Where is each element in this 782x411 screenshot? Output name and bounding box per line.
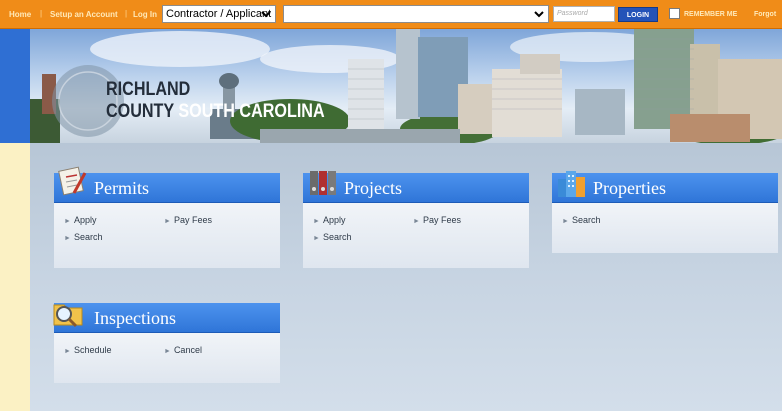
separator: | [40,9,43,18]
separator: | [125,9,128,18]
brand-county: COUNTY [106,101,174,122]
log-in-link[interactable]: Log In [133,10,157,19]
card-body: ► Apply ► Pay Fees ► Search [303,203,529,268]
role-select[interactable]: Contractor / Applicant [162,5,276,23]
properties-card: Properties ► Search [552,171,778,253]
chevron-down-icon [534,11,544,18]
remember-me-label: REMEMBER ME [684,11,738,18]
folder-magnifier-icon [53,304,83,328]
card-title[interactable]: Inspections [94,308,176,329]
setup-account-link[interactable]: Setup an Account [50,10,118,19]
page: Home | Setup an Account | Log In Contrac… [0,0,782,411]
top-bar: Home | Setup an Account | Log In Contrac… [0,0,782,29]
card-body: ► Search [552,203,778,253]
search-select[interactable] [283,5,549,23]
remember-me-checkbox[interactable] [669,8,680,19]
card-body: ► Apply ► Pay Fees ► Search [54,203,280,268]
projects-search-link[interactable]: ► Search [313,232,351,242]
projects-card: Projects ► Apply ► Pay Fees ► Search [303,171,529,268]
home-link[interactable]: Home [9,10,31,19]
binders-icon [310,171,336,195]
buildings-icon [558,171,585,197]
header-banner: RICHLAND COUNTY SOUTH CAROLINA [30,29,782,143]
inspections-card: Inspections ► Schedule ► Cancel [53,303,280,383]
main-content: Permits ► Apply ► Pay Fees ► Search Project… [30,143,782,411]
card-title[interactable]: Projects [344,178,402,199]
permits-search-link[interactable]: ► Search [64,232,102,242]
permits-card: Permits ► Apply ► Pay Fees ► Search [54,166,280,268]
inspections-cancel-link[interactable]: ► Cancel [164,345,202,355]
permits-pay-fees-link[interactable]: ► Pay Fees [164,215,212,225]
forgot-link[interactable]: Forgot [754,11,776,18]
left-rail-blue [0,29,30,143]
card-header[interactable]: Inspections [54,303,280,333]
inspections-schedule-link[interactable]: ► Schedule [64,345,111,355]
projects-apply-link[interactable]: ► Apply [313,215,345,225]
properties-search-link[interactable]: ► Search [562,215,600,225]
role-select-value: Contractor / Applicant [166,8,272,20]
card-title[interactable]: Permits [94,178,149,199]
card-title[interactable]: Properties [593,178,666,199]
projects-pay-fees-link[interactable]: ► Pay Fees [413,215,461,225]
permits-apply-link[interactable]: ► Apply [64,215,96,225]
left-rail-cream [0,143,30,411]
permit-document-icon [58,166,87,196]
brand-line-2: COUNTY SOUTH CAROLINA [106,101,325,123]
password-input[interactable]: Password [553,6,615,22]
chevron-down-icon [261,11,271,18]
brand-line-1: RICHLAND [106,79,191,100]
login-button[interactable]: LOGIN [618,7,658,22]
brand-state: SOUTH CAROLINA [178,101,325,122]
card-body: ► Schedule ► Cancel [54,333,280,383]
